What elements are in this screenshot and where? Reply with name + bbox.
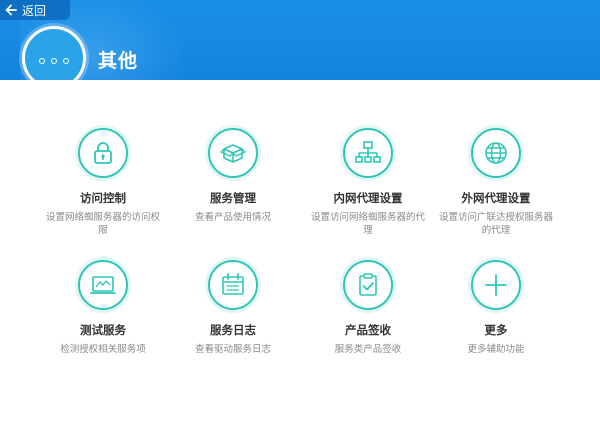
tile-title: 访问控制 [80,191,126,205]
product-receipt-icon-ring [343,260,393,310]
tile-title: 产品签收 [345,323,391,337]
network-icon [355,141,381,163]
calendar-icon [222,273,244,295]
tile-more[interactable]: 更多 更多辅助功能 [431,260,561,356]
tile-title: 更多 [484,323,508,337]
tile-title: 内网代理设置 [333,191,403,205]
intranet-proxy-icon-ring [343,128,393,178]
extranet-proxy-icon-ring [471,128,521,178]
tile-desc: 更多辅助功能 [467,344,525,355]
more-dots-icon [39,58,69,64]
back-button[interactable]: 返回 [0,0,70,20]
plus-icon [485,274,507,296]
tile-desc: 设置网络蜘服务器的访问权限 [45,212,160,236]
tile-desc: 检测授权相关服务项 [60,344,146,355]
tile-test-service[interactable]: 测试服务 检测授权相关服务项 [38,260,168,356]
tile-access-control[interactable]: 访问控制 设置网络蜘服务器的访问权限 [38,128,168,237]
tile-extranet-proxy[interactable]: 外网代理设置 设置访问广联达授权服务器的代理 [431,128,561,237]
clipboard-check-icon [359,273,377,296]
tile-desc: 查看产品使用情况 [194,212,271,223]
test-service-icon-ring [78,260,128,310]
access-control-icon-ring [78,128,128,178]
tile-desc: 查看驱动服务日志 [194,344,271,355]
service-management-icon-ring [208,128,258,178]
tile-desc: 设置访问广联达授权服务器的代理 [438,212,553,236]
back-label: 返回 [22,3,47,18]
tile-title: 测试服务 [80,323,126,337]
tile-product-receipt[interactable]: 产品签收 服务类产品签收 [303,260,433,356]
tile-title: 外网代理设置 [461,191,531,205]
back-arrow-icon [5,4,17,16]
tile-intranet-proxy[interactable]: 内网代理设置 设置访问网络蜘服务器的代理 [303,128,433,237]
service-log-icon-ring [208,260,258,310]
tile-desc: 服务类产品签收 [334,344,402,355]
tile-service-management[interactable]: 服务管理 查看产品使用情况 [168,128,298,224]
more-icon-ring [471,260,521,310]
tile-title: 服务日志 [210,323,256,337]
header-bar: 返回 其他 [0,0,600,80]
box-icon [220,144,246,163]
globe-icon [485,142,507,164]
tile-desc: 设置访问网络蜘服务器的代理 [310,212,425,236]
page-title: 其他 [98,50,139,72]
tile-title: 服务管理 [210,191,256,205]
tile-service-log[interactable]: 服务日志 查看驱动服务日志 [168,260,298,356]
lock-icon [94,142,112,164]
monitor-icon [90,276,116,294]
